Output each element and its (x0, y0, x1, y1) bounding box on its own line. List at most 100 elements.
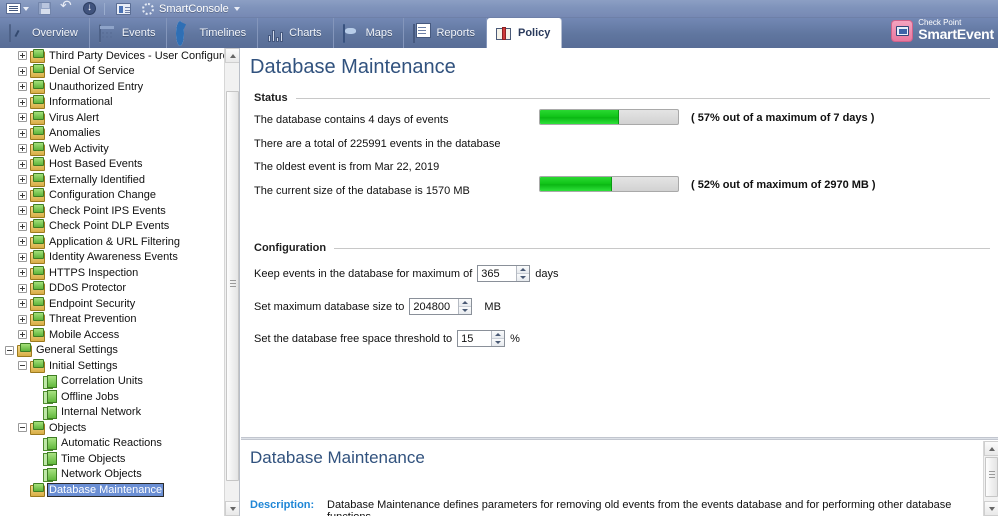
folder-icon (30, 79, 45, 94)
folder-icon (30, 420, 45, 435)
tree-item[interactable]: Configuration Change (0, 188, 225, 204)
stepper-up-button[interactable] (459, 299, 472, 307)
scrollbar-thumb[interactable] (226, 91, 239, 481)
tree-item[interactable]: Offline Jobs (0, 389, 225, 405)
tree-item[interactable]: Application & URL Filtering (0, 234, 225, 250)
tree-item[interactable]: Host Based Events (0, 157, 225, 173)
tree-item[interactable]: DDoS Protector (0, 281, 225, 297)
expand-icon[interactable] (18, 330, 27, 340)
tree-item[interactable]: Anomalies (0, 126, 225, 142)
stepper-up-button[interactable] (492, 331, 505, 339)
save-button[interactable] (35, 1, 54, 17)
stepper-buttons[interactable] (458, 299, 472, 314)
tree-item[interactable]: Externally Identified (0, 172, 225, 188)
collapse-icon[interactable] (5, 345, 14, 355)
tab-overview[interactable]: Overview (0, 18, 90, 48)
expand-icon[interactable] (18, 299, 27, 309)
stepper-down-button[interactable] (492, 339, 505, 346)
retention-days-stepper[interactable] (477, 265, 531, 282)
tree-item[interactable]: Unauthorized Entry (0, 79, 225, 95)
tree-item[interactable]: Virus Alert (0, 110, 225, 126)
scroll-down-button[interactable] (984, 501, 998, 516)
tree-item[interactable]: Web Activity (0, 141, 225, 157)
tab-policy[interactable]: Policy (487, 18, 563, 48)
expand-icon[interactable] (18, 283, 27, 293)
tree-item[interactable]: Objects (0, 420, 225, 436)
tree-item[interactable]: Check Point IPS Events (0, 203, 225, 219)
expand-icon[interactable] (18, 97, 27, 107)
free-space-threshold-input[interactable] (458, 331, 492, 346)
tree-item[interactable]: Time Objects (0, 451, 225, 467)
sidebar-scrollbar[interactable] (224, 48, 239, 516)
tree-item[interactable]: Third Party Devices - User Configured Ev… (0, 48, 239, 64)
tree-item[interactable]: Internal Network (0, 405, 225, 421)
scroll-up-button[interactable] (225, 48, 239, 63)
tree-item[interactable]: Database Maintenance (0, 482, 225, 498)
app-menu-chevron-down-icon[interactable] (233, 6, 240, 11)
tab-charts[interactable]: Charts (258, 18, 334, 48)
tree-item[interactable]: HTTPS Inspection (0, 265, 225, 281)
free-space-threshold-stepper[interactable] (457, 330, 506, 347)
expand-icon[interactable] (18, 252, 27, 262)
panel-splitter[interactable] (241, 437, 998, 440)
install-button[interactable] (80, 1, 99, 17)
sessions-button[interactable] (113, 1, 134, 17)
tab-timelines[interactable]: Timelines (167, 18, 259, 48)
expand-icon[interactable] (18, 159, 27, 169)
tree-item[interactable]: Initial Settings (0, 358, 225, 374)
description-title: Database Maintenance (250, 448, 425, 467)
expand-icon[interactable] (18, 82, 27, 92)
collapse-icon[interactable] (18, 361, 27, 371)
policy-tree[interactable]: Third Party Devices - User Configured Ev… (0, 48, 239, 498)
expand-icon[interactable] (18, 51, 27, 61)
stepper-down-button[interactable] (517, 274, 530, 281)
undo-button[interactable] (57, 0, 77, 17)
stepper-buttons[interactable] (516, 266, 530, 281)
expand-icon[interactable] (18, 190, 27, 200)
expand-icon[interactable] (18, 113, 27, 123)
max-db-size-input[interactable] (410, 299, 459, 314)
tree-item[interactable]: Correlation Units (0, 374, 225, 390)
tree-item[interactable]: Mobile Access (0, 327, 225, 343)
retention-days-input[interactable] (478, 266, 517, 281)
navigation-sidebar[interactable]: Third Party Devices - User Configured Ev… (0, 48, 240, 516)
tree-item[interactable]: Identity Awareness Events (0, 250, 225, 266)
menu-button[interactable] (3, 1, 32, 17)
tree-item[interactable]: Check Point DLP Events (0, 219, 225, 235)
tab-reports[interactable]: Reports (404, 18, 487, 48)
tree-item[interactable]: General Settings (0, 343, 225, 359)
expand-icon[interactable] (18, 237, 27, 247)
stepper-up-button[interactable] (517, 266, 530, 274)
tree-item[interactable]: Denial Of Service (0, 64, 225, 80)
tree-item[interactable]: Network Objects (0, 467, 225, 483)
scroll-up-button[interactable] (984, 441, 998, 456)
tree-item[interactable]: Endpoint Security (0, 296, 225, 312)
expand-icon[interactable] (18, 221, 27, 231)
expand-icon[interactable] (18, 175, 27, 185)
expand-icon[interactable] (18, 128, 27, 138)
tree-item[interactable]: Automatic Reactions (0, 436, 225, 452)
tree-item[interactable]: Threat Prevention (0, 312, 225, 328)
stepper-down-button[interactable] (459, 307, 472, 314)
description-scrollbar[interactable] (983, 441, 998, 516)
folder-icon (30, 203, 45, 218)
expand-icon[interactable] (18, 66, 27, 76)
scrollbar-thumb[interactable] (985, 457, 998, 497)
tree-item[interactable]: Informational (0, 95, 225, 111)
tab-maps[interactable]: Maps (334, 18, 405, 48)
tab-events[interactable]: Events (90, 18, 168, 48)
book-icon (496, 27, 513, 41)
max-db-size-stepper[interactable] (409, 298, 473, 315)
expand-icon[interactable] (18, 206, 27, 216)
chevron-up-icon (988, 446, 995, 451)
expand-icon[interactable] (18, 144, 27, 154)
expand-icon[interactable] (18, 268, 27, 278)
expand-icon[interactable] (18, 314, 27, 324)
app-menu-label[interactable]: SmartConsole (159, 3, 229, 15)
collapse-icon[interactable] (18, 423, 27, 433)
tree-item-label: Objects (49, 421, 87, 434)
scroll-down-button[interactable] (225, 501, 239, 516)
stepper-buttons[interactable] (491, 331, 505, 346)
